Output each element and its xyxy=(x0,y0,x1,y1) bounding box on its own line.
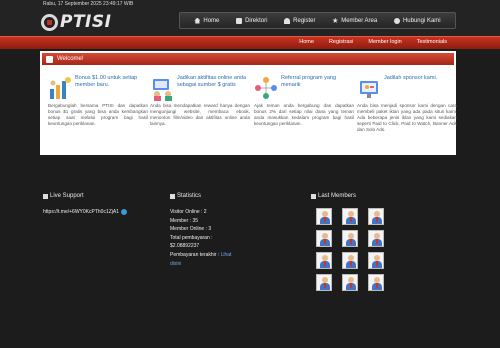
home-icon xyxy=(194,17,201,24)
support-icon xyxy=(43,193,48,199)
member-avatar[interactable] xyxy=(316,274,332,291)
member-avatar[interactable] xyxy=(342,230,358,247)
visitor-online: Visitor Online : 2 xyxy=(170,209,207,215)
feature-bonus-title: Bonus $1.00 untuk setiap member baru. xyxy=(75,75,138,88)
statistics-title: Statistics xyxy=(177,193,202,199)
member-avatar[interactable] xyxy=(368,208,384,225)
subnav-member-login[interactable]: Member login xyxy=(368,39,401,45)
welcome-title: Welcome! xyxy=(57,56,84,62)
sponsor-illustration xyxy=(357,75,381,101)
feature-activity: Jadikan aktifitas online anda sebagai su… xyxy=(150,75,250,127)
feature-sponsor: Jadilah sponsor kami. Anda bisa menjadi … xyxy=(357,75,457,133)
subnav-registrasi[interactable]: Registrasi xyxy=(329,39,353,45)
feature-referral-title: Referral program yang menarik xyxy=(281,75,337,88)
nav-home[interactable]: Home xyxy=(194,17,220,24)
top-header: Rabu, 17 September 2025 23:49:17 WIB PTI… xyxy=(0,0,500,36)
feature-activity-desc: Anda bisa mendapatkan reward hanya denga… xyxy=(150,103,250,126)
nav-home-label: Home xyxy=(203,17,220,24)
statistics-section: Statistics Visitor Online : 2 Member : 3… xyxy=(170,193,242,268)
member-avatar[interactable] xyxy=(368,252,384,269)
feature-bonus: Bonus $1.00 untuk setiap member baru. Be… xyxy=(48,75,148,127)
feature-sponsor-title: Jadilah sponsor kami. xyxy=(384,75,438,81)
member-avatar[interactable] xyxy=(316,208,332,225)
nav-member-area-label: Member Area xyxy=(341,17,378,24)
main-nav: Home Direktori Register Member Area Hubu… xyxy=(179,12,456,29)
total-payment-label: Total pembayaran : xyxy=(170,234,213,241)
member-avatar[interactable] xyxy=(368,230,384,247)
referral-illustration xyxy=(254,75,278,101)
last-members-grid xyxy=(316,208,396,291)
last-payment-label: Pembayaran terakhir : xyxy=(170,251,220,258)
live-support-link[interactable]: https://t.me/+6WY0KcPTh0c1ZjA1 xyxy=(43,209,119,215)
feature-sponsor-desc: Anda bisa menjadi sponsor kami dengan ca… xyxy=(357,103,457,132)
member-avatar[interactable] xyxy=(342,274,358,291)
welcome-icon xyxy=(46,55,53,63)
nav-hubungi-kami[interactable]: Hubungi Kami xyxy=(393,17,441,24)
register-icon xyxy=(284,17,291,24)
logo-text: PTISI xyxy=(60,12,112,32)
member-online: Member Online : 3 xyxy=(170,226,212,233)
member-avatar[interactable] xyxy=(316,230,332,247)
member-avatar[interactable] xyxy=(316,252,332,269)
directory-icon xyxy=(236,17,243,24)
total-payment-value: $2.08892237 xyxy=(170,243,200,250)
nav-direktori-label: Direktori xyxy=(245,17,268,24)
live-support-title: Live Support xyxy=(50,193,84,199)
nav-register-label: Register xyxy=(293,17,316,24)
logo-icon xyxy=(41,13,58,31)
live-support-section: Live Support https://t.me/+6WY0KcPTh0c1Z… xyxy=(43,193,128,217)
members-icon xyxy=(311,193,316,199)
nav-register[interactable]: Register xyxy=(284,17,316,24)
feature-bonus-desc: Bergabunglah bersama PTISI dan dapatkan … xyxy=(48,103,148,126)
member-avatar[interactable] xyxy=(342,252,358,269)
datetime: Rabu, 17 September 2025 23:49:17 WIB xyxy=(43,1,134,7)
statistics-icon xyxy=(170,193,175,199)
welcome-header: Welcome! xyxy=(42,53,454,65)
star-icon xyxy=(332,17,339,23)
sub-nav-bar: Home Registrasi Member login Testimonial… xyxy=(0,36,500,49)
contact-icon xyxy=(393,17,400,24)
subnav-home[interactable]: Home xyxy=(299,39,314,45)
activity-illustration xyxy=(150,75,174,101)
last-members-section: Last Members xyxy=(311,193,356,199)
feature-activity-title: Jadikan aktifitas online anda sebagai su… xyxy=(177,75,247,88)
feature-referral-desc: Ajak teman anda bergabung dan dapatkan b… xyxy=(254,103,354,126)
nav-member-area[interactable]: Member Area xyxy=(332,17,378,24)
nav-direktori[interactable]: Direktori xyxy=(236,17,268,24)
nav-hubungi-kami-label: Hubungi Kami xyxy=(402,17,441,24)
member-avatar[interactable] xyxy=(368,274,384,291)
feature-referral: Referral program yang menarik Ajak teman… xyxy=(254,75,354,127)
telegram-icon[interactable] xyxy=(121,208,128,215)
site-logo[interactable]: PTISI xyxy=(41,11,111,33)
welcome-panel: Welcome! Bonus $1.00 untuk setiap member… xyxy=(40,51,457,155)
last-members-title: Last Members xyxy=(318,193,357,199)
subnav-testimonials[interactable]: Testimonials xyxy=(417,39,447,45)
bonus-illustration xyxy=(48,75,72,101)
member-avatar[interactable] xyxy=(342,208,358,225)
member-count: Member : 35 xyxy=(170,217,199,224)
